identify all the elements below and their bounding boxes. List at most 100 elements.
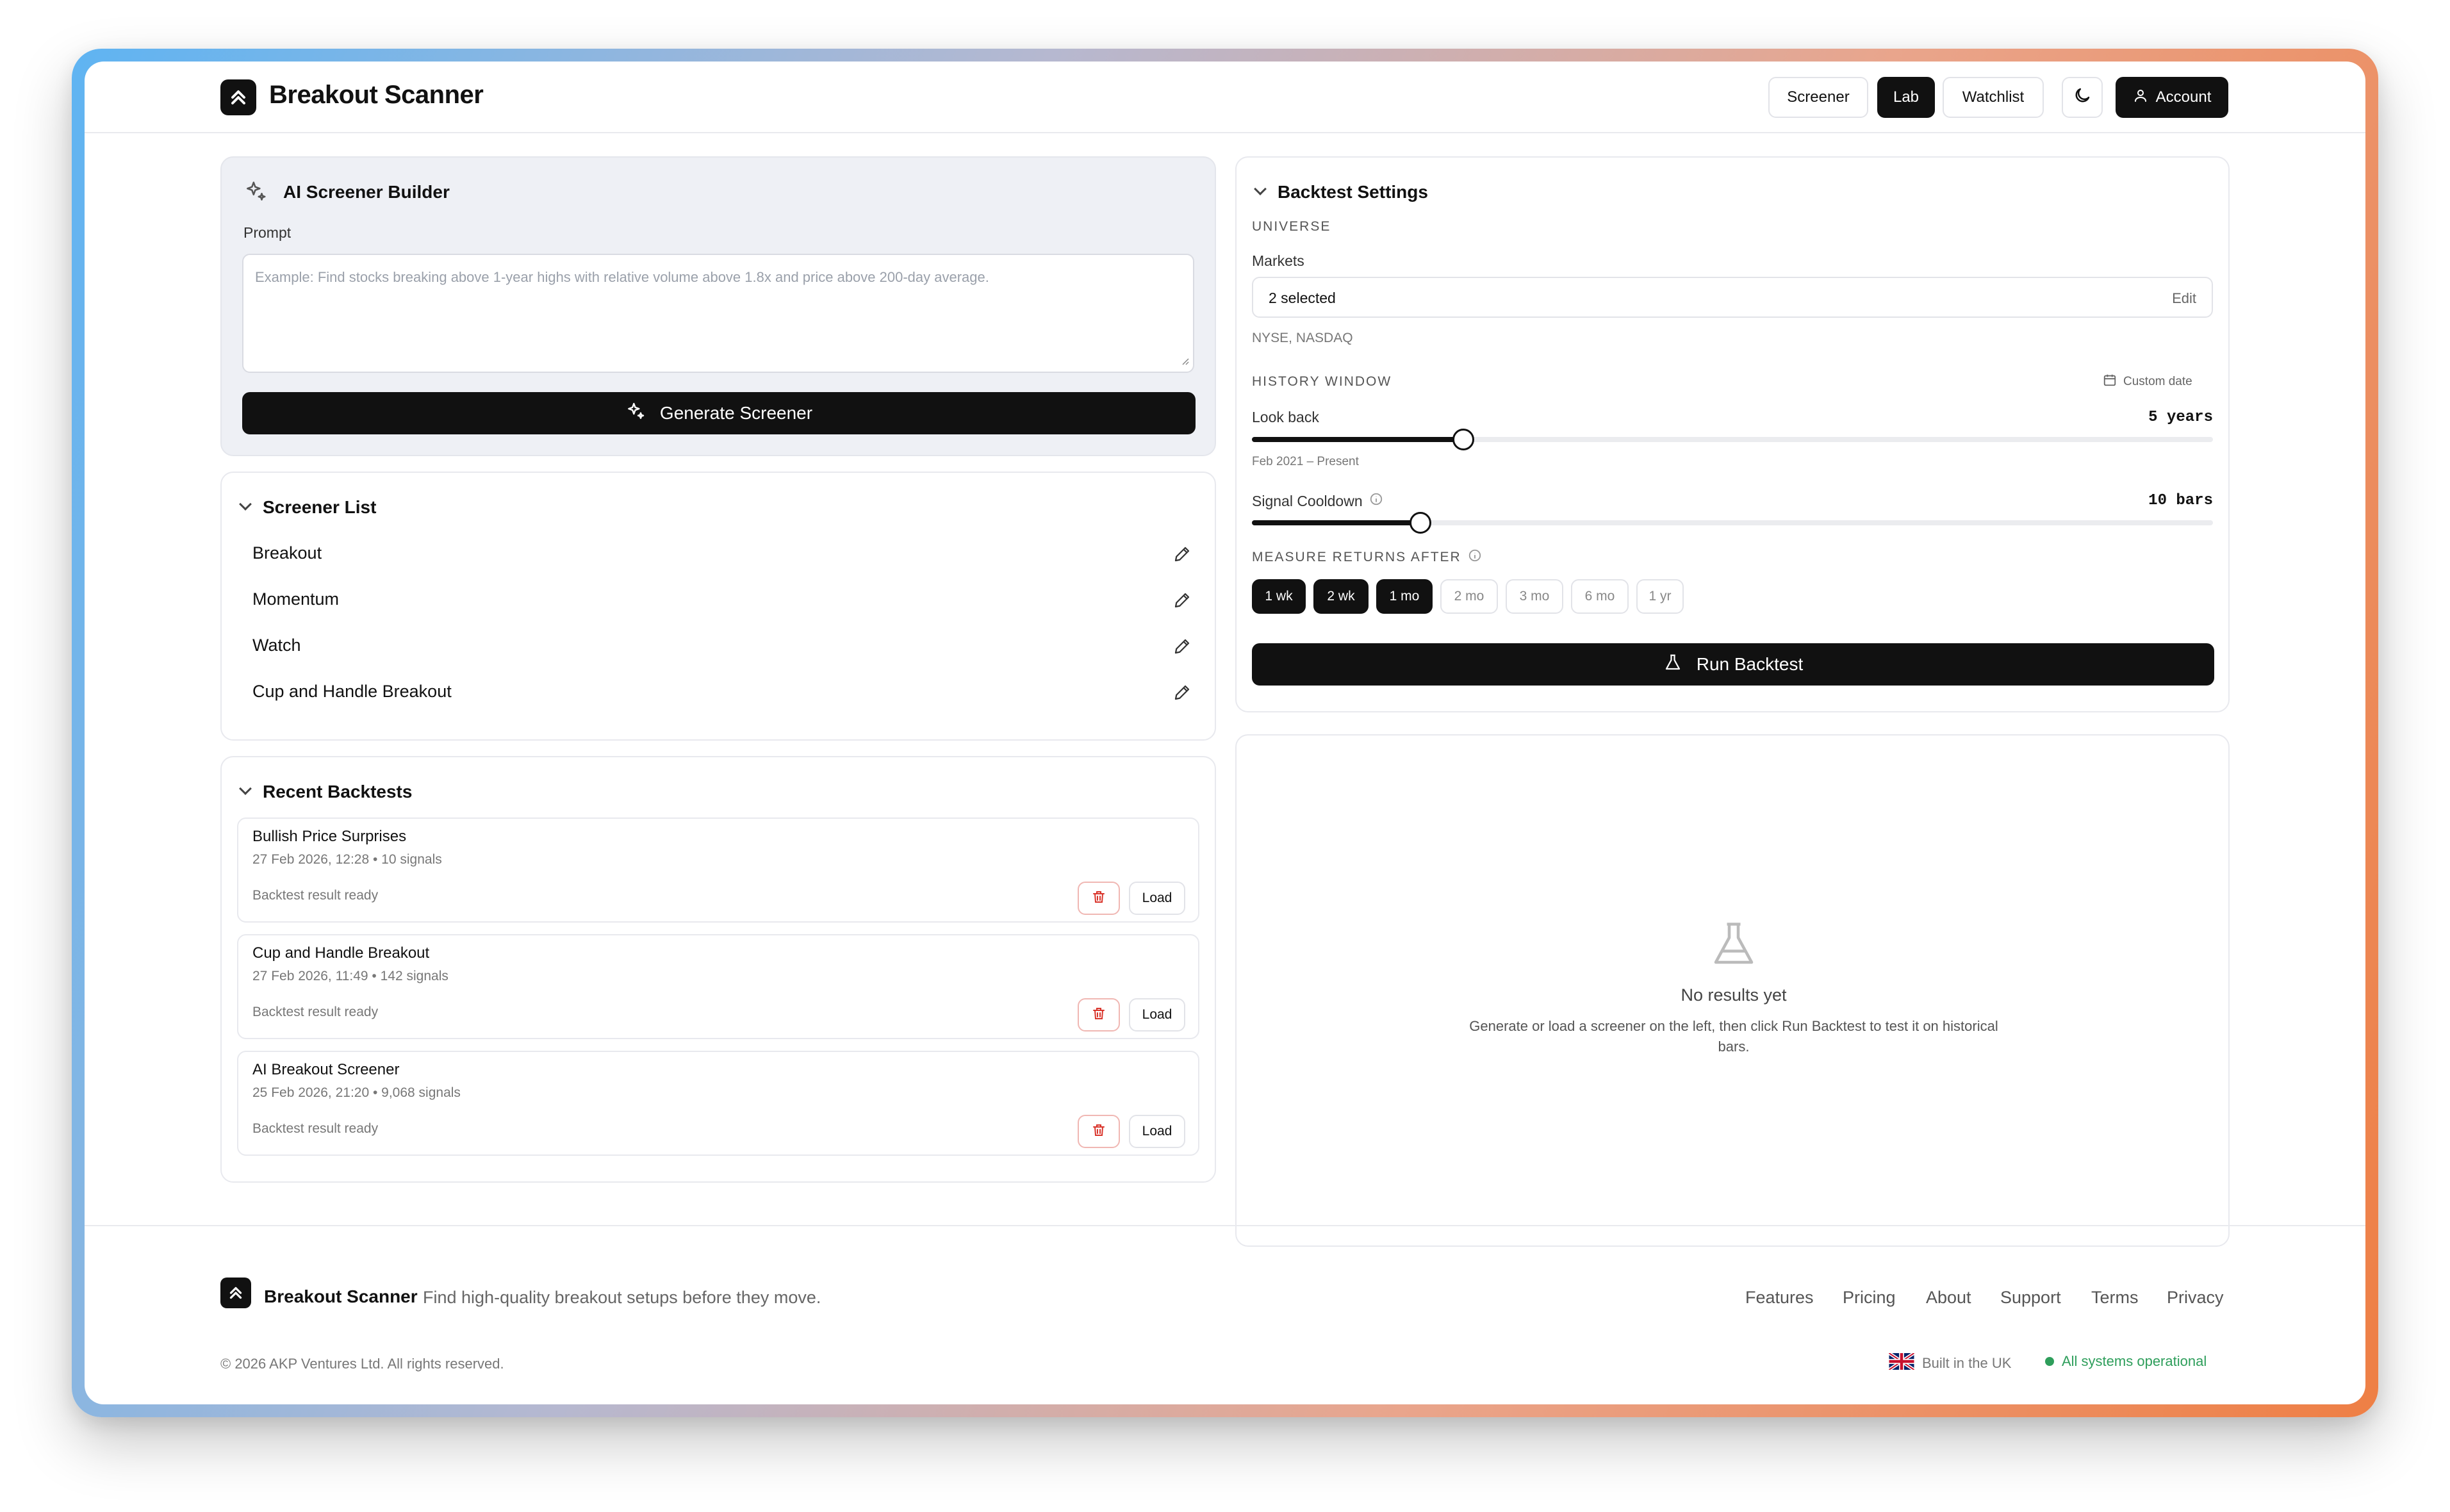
delete-backtest-button[interactable] [1078, 882, 1120, 915]
info-icon[interactable] [1369, 492, 1383, 510]
lookback-label: Look back [1252, 409, 1319, 425]
footer-link-about[interactable]: About [1926, 1288, 1971, 1308]
footer-link-privacy[interactable]: Privacy [2167, 1288, 2224, 1308]
cooldown-slider-thumb[interactable] [1410, 512, 1431, 534]
recent-backtests-card: Recent Backtests Bullish Price Surprises… [220, 756, 1216, 1183]
account-button[interactable]: Account [2116, 77, 2228, 118]
load-backtest-button[interactable]: Load [1129, 998, 1185, 1031]
edit-pencil-icon[interactable] [1172, 637, 1192, 656]
prompt-placeholder: Example: Find stocks breaking above 1-ye… [255, 269, 989, 285]
app-title[interactable]: Breakout Scanner [269, 81, 484, 110]
info-icon[interactable] [1468, 548, 1482, 566]
footer: Breakout Scanner Find high-quality break… [85, 1225, 2365, 1404]
chevron-down-icon[interactable] [239, 782, 252, 795]
screener-item[interactable]: Momentum [252, 589, 339, 609]
built-in-uk: Built in the UK [1888, 1351, 2011, 1374]
period-chip-2wk[interactable]: 2 wk [1313, 579, 1369, 614]
footer-copyright: © 2026 AKP Ventures Ltd. All rights rese… [220, 1356, 504, 1372]
custom-date-button[interactable]: Custom date [2103, 373, 2192, 391]
markets-select[interactable]: 2 selected Edit [1252, 277, 2213, 318]
delete-backtest-button[interactable] [1078, 998, 1120, 1031]
generate-screener-button[interactable]: Generate Screener [242, 392, 1196, 434]
screener-item[interactable]: Watch [252, 636, 301, 655]
screener-item[interactable]: Cup and Handle Breakout [252, 682, 452, 702]
backtest-status: Backtest result ready [252, 1121, 379, 1136]
window-frame: Breakout Scanner Screener Lab Watchlist … [72, 49, 2378, 1417]
footer-link-support[interactable]: Support [2000, 1288, 2061, 1308]
markets-list: NYSE, NASDAQ [1252, 331, 1353, 345]
load-backtest-button[interactable]: Load [1129, 1115, 1185, 1148]
screener-list-title[interactable]: Screener List [263, 497, 376, 518]
backtest-meta: 27 Feb 2026, 11:49 • 142 signals [252, 969, 448, 983]
period-chips: 1 wk 2 wk 1 mo 2 mo 3 mo 6 mo 1 yr [1252, 579, 1764, 614]
period-chip-1mo[interactable]: 1 mo [1376, 579, 1433, 614]
delete-backtest-button[interactable] [1078, 1115, 1120, 1148]
edit-pencil-icon[interactable] [1172, 591, 1192, 610]
backtest-item: Bullish Price Surprises 27 Feb 2026, 12:… [237, 818, 1199, 923]
cooldown-slider-fill [1252, 520, 1420, 525]
backtest-settings-title[interactable]: Backtest Settings [1278, 182, 1428, 202]
chevron-down-icon[interactable] [1254, 183, 1267, 195]
history-window-heading: HISTORY WINDOW [1252, 374, 1392, 389]
cooldown-label-group: Signal Cooldown [1252, 492, 1383, 510]
account-label: Account [2155, 88, 2212, 106]
edit-pencil-icon[interactable] [1172, 683, 1192, 702]
nav-screener-button[interactable]: Screener [1768, 77, 1868, 118]
ai-builder-card: AI Screener Builder Prompt Example: Find… [220, 156, 1216, 456]
cooldown-value: 10 bars [2148, 492, 2213, 509]
load-backtest-button[interactable]: Load [1129, 882, 1185, 915]
chevron-down-icon[interactable] [239, 498, 252, 511]
period-chip-2mo[interactable]: 2 mo [1440, 579, 1498, 614]
screener-list-card: Screener List Breakout Momentum Watch Cu… [220, 472, 1216, 741]
footer-link-terms[interactable]: Terms [2091, 1288, 2139, 1308]
period-chip-6mo[interactable]: 6 mo [1571, 579, 1629, 614]
cooldown-slider[interactable] [1252, 512, 2213, 534]
backtest-settings-card: Backtest Settings UNIVERSE Markets 2 sel… [1235, 156, 2230, 712]
markets-edit-link[interactable]: Edit [2172, 290, 2196, 307]
run-backtest-label: Run Backtest [1696, 654, 1804, 674]
markets-label: Markets [1252, 252, 1304, 269]
uk-flag-icon [1888, 1351, 1915, 1374]
sparkles-icon [243, 179, 268, 207]
results-card: No results yet Generate or load a screen… [1235, 734, 2230, 1247]
period-chip-1wk[interactable]: 1 wk [1252, 579, 1306, 614]
nav-lab-button[interactable]: Lab [1877, 77, 1935, 118]
trash-icon [1091, 1006, 1106, 1024]
lookback-slider[interactable] [1252, 429, 2213, 450]
period-chip-3mo[interactable]: 3 mo [1506, 579, 1563, 614]
footer-link-pricing[interactable]: Pricing [1843, 1288, 1896, 1308]
status-label: All systems operational [2062, 1353, 2207, 1369]
app-window: Breakout Scanner Screener Lab Watchlist … [85, 62, 2365, 1404]
backtest-status: Backtest result ready [252, 888, 379, 903]
footer-brand[interactable]: Breakout Scanner [264, 1286, 418, 1307]
backtest-status: Backtest result ready [252, 1005, 379, 1019]
resize-handle-icon[interactable] [1179, 352, 1189, 369]
markets-value: 2 selected [1269, 290, 1336, 306]
logo-icon[interactable] [220, 79, 256, 115]
footer-link-features[interactable]: Features [1745, 1288, 1814, 1308]
run-backtest-button[interactable]: Run Backtest [1252, 643, 2214, 686]
recent-backtests-title[interactable]: Recent Backtests [263, 782, 412, 802]
screener-item[interactable]: Breakout [252, 543, 322, 563]
footer-tagline: Find high-quality breakout setups before… [423, 1288, 821, 1307]
lookback-slider-fill [1252, 437, 1463, 442]
backtest-meta: 27 Feb 2026, 12:28 • 10 signals [252, 852, 442, 867]
edit-pencil-icon[interactable] [1172, 545, 1192, 564]
period-chip-1yr[interactable]: 1 yr [1636, 579, 1684, 614]
moon-icon [2073, 86, 2092, 110]
prompt-textarea[interactable]: Example: Find stocks breaking above 1-ye… [242, 254, 1194, 373]
system-status[interactable]: All systems operational [2045, 1353, 2207, 1370]
lookback-slider-thumb[interactable] [1452, 429, 1474, 450]
ai-builder-title: AI Screener Builder [283, 182, 450, 202]
theme-toggle-button[interactable] [2062, 77, 2103, 118]
nav-watchlist-button[interactable]: Watchlist [1943, 77, 2044, 118]
trash-icon [1091, 1122, 1106, 1141]
backtest-title: Bullish Price Surprises [252, 828, 407, 845]
backtest-title: Cup and Handle Breakout [252, 944, 430, 962]
user-icon [2133, 88, 2148, 108]
custom-date-label: Custom date [2123, 375, 2192, 388]
flask-icon [1707, 917, 1761, 974]
universe-heading: UNIVERSE [1252, 219, 1331, 234]
footer-logo-icon[interactable] [220, 1278, 251, 1308]
backtest-item: AI Breakout Screener 25 Feb 2026, 21:20 … [237, 1051, 1199, 1156]
